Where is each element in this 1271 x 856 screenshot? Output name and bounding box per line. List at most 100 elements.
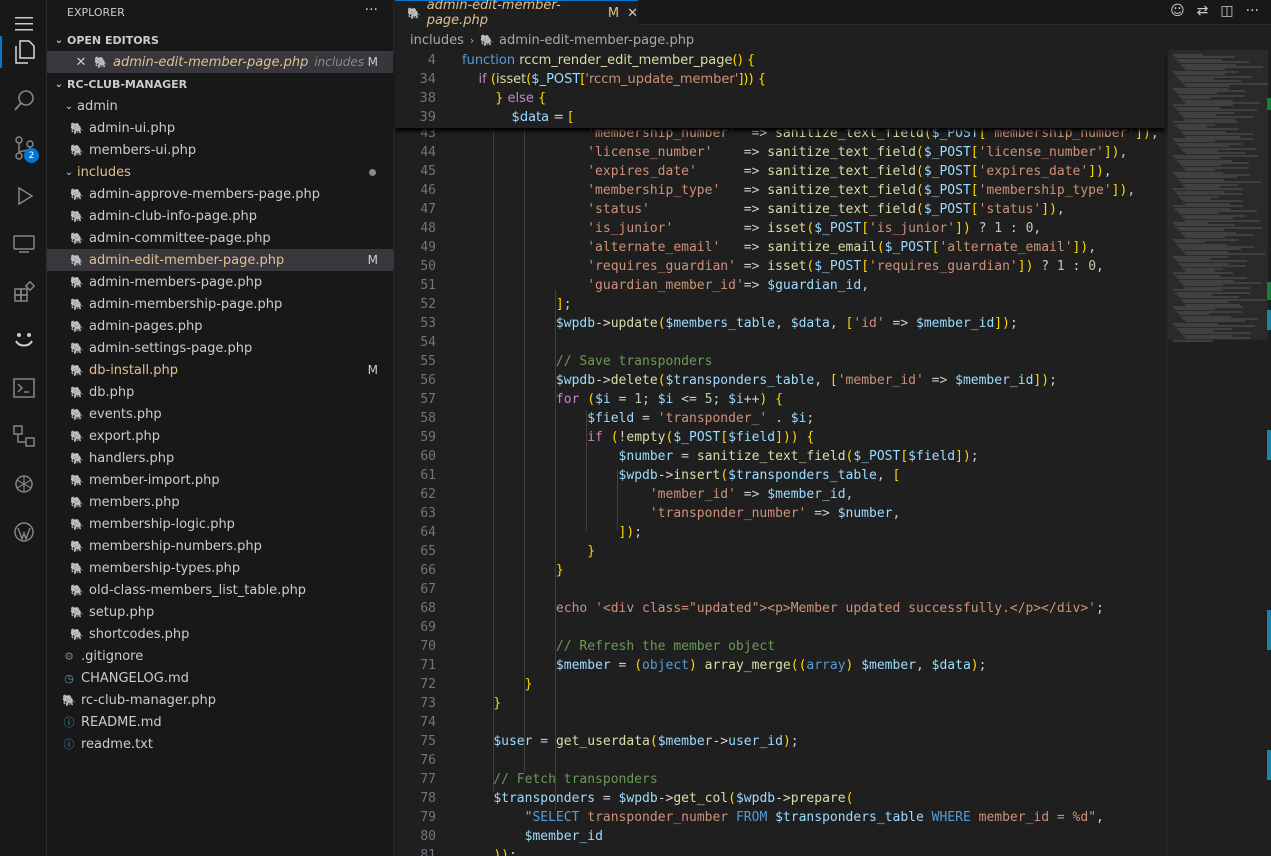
file-item[interactable]: 🐘 admin-club-info-page.php <box>47 205 394 227</box>
file-item[interactable]: 🐘 members.php <box>47 491 394 513</box>
more-actions-icon[interactable]: ··· <box>365 2 378 18</box>
file-item[interactable]: 🐘 admin-pages.php <box>47 315 394 337</box>
code-line[interactable]: 49 'alternate_email' => sanitize_email($… <box>395 238 1165 257</box>
terminal-icon[interactable] <box>0 364 47 412</box>
code-line[interactable]: 39 $data = [ <box>395 108 1165 127</box>
wordpress-icon[interactable] <box>0 508 47 556</box>
file-item[interactable]: 🐘 old-class-members_list_table.php <box>47 579 394 601</box>
code-line[interactable]: 69 <box>395 618 1165 637</box>
file-name: db-install.php <box>89 362 178 378</box>
code-line[interactable]: 58 $field = 'transponder_' . $i; <box>395 409 1165 428</box>
file-item[interactable]: 🐘 admin-edit-member-page.php M <box>47 249 394 271</box>
file-item[interactable]: ◷ CHANGELOG.md <box>47 667 394 689</box>
file-item[interactable]: 🐘 member-import.php <box>47 469 394 491</box>
file-item[interactable]: 🐘 membership-types.php <box>47 557 394 579</box>
code-line[interactable]: 34 if (isset($_POST['rccm_update_member'… <box>395 70 1165 89</box>
code-line[interactable]: 78 $transponders = $wpdb->get_col($wpdb-… <box>395 789 1165 808</box>
open-editor-item[interactable]: ✕ 🐘 admin-edit-member-page.php includes … <box>47 51 394 73</box>
file-item[interactable]: 🐘 db.php <box>47 381 394 403</box>
file-item[interactable]: 🐘 admin-members-page.php <box>47 271 394 293</box>
code-line[interactable]: 44 'license_number' => sanitize_text_fie… <box>395 143 1165 162</box>
folder-admin[interactable]: ⌄ admin <box>47 95 394 117</box>
close-icon[interactable]: ✕ <box>627 6 638 21</box>
code-line[interactable]: 62 'member_id' => $member_id, <box>395 485 1165 504</box>
extensions-icon[interactable] <box>0 268 47 316</box>
code-line[interactable]: 52 ]; <box>395 295 1165 314</box>
code-line[interactable]: 79 "SELECT transponder_number FROM $tran… <box>395 808 1165 827</box>
more-actions-icon[interactable]: ··· <box>1246 3 1259 19</box>
code-line[interactable]: 57 for ($i = 1; $i <= 5; $i++) { <box>395 390 1165 409</box>
file-item[interactable]: 🐘 rc-club-manager.php <box>47 689 394 711</box>
close-icon[interactable]: ✕ <box>73 55 89 70</box>
code-line[interactable]: 54 <box>395 333 1165 352</box>
sticky-scroll[interactable]: 4 function rccm_render_edit_member_page()… <box>395 50 1165 128</box>
open-editors-section[interactable]: ⌄ OPEN EDITORS <box>47 29 394 51</box>
code-line[interactable]: 70 // Refresh the member object <box>395 637 1165 656</box>
code-line[interactable]: 68 echo '<div class="updated"><p>Member … <box>395 599 1165 618</box>
file-item[interactable]: 🐘 admin-settings-page.php <box>47 337 394 359</box>
code-line[interactable]: 71 $member = (object) array_merge((array… <box>395 656 1165 675</box>
file-item[interactable]: ⓘ README.md <box>47 711 394 733</box>
file-item[interactable]: 🐘 handlers.php <box>47 447 394 469</box>
code-line[interactable]: 75 $user = get_userdata($member->user_id… <box>395 732 1165 751</box>
file-item[interactable]: 🐘 admin-committee-page.php <box>47 227 394 249</box>
code-line[interactable]: 72 } <box>395 675 1165 694</box>
file-item[interactable]: 🐘 admin-membership-page.php <box>47 293 394 315</box>
code-line[interactable]: 56 $wpdb->delete($transponders_table, ['… <box>395 371 1165 390</box>
openai-icon[interactable] <box>0 460 47 508</box>
code-line[interactable]: 76 <box>395 751 1165 770</box>
file-item[interactable]: 🐘 shortcodes.php <box>47 623 394 645</box>
code-line[interactable]: 80 $member_id <box>395 827 1165 846</box>
remote-explorer-icon[interactable] <box>0 220 47 268</box>
explorer-icon[interactable] <box>0 28 47 76</box>
code-line[interactable]: 81 )); <box>395 846 1165 856</box>
code-line[interactable]: 61 $wpdb->insert($transponders_table, [ <box>395 466 1165 485</box>
split-editor-icon[interactable]: ◫ <box>1220 3 1233 19</box>
breadcrumb-folder[interactable]: includes <box>410 33 464 48</box>
search-icon[interactable] <box>0 76 47 124</box>
code-line[interactable]: 51 'guardian_member_id'=> $guardian_id, <box>395 276 1165 295</box>
code-line[interactable]: 77 // Fetch transponders <box>395 770 1165 789</box>
code-line[interactable]: 4 function rccm_render_edit_member_page()… <box>395 51 1165 70</box>
smiley-icon[interactable]: ☺ <box>1170 3 1185 19</box>
code-line[interactable]: 67 <box>395 580 1165 599</box>
file-item[interactable]: 🐘 admin-approve-members-page.php <box>47 183 394 205</box>
code-line[interactable]: 50 'requires_guardian' => isset($_POST['… <box>395 257 1165 276</box>
file-item[interactable]: 🐘 membership-numbers.php <box>47 535 394 557</box>
code-line[interactable]: 47 'status' => sanitize_text_field($_POS… <box>395 200 1165 219</box>
run-debug-icon[interactable] <box>0 172 47 220</box>
code-line[interactable]: 66 } <box>395 561 1165 580</box>
file-item[interactable]: ⓘ readme.txt <box>47 733 394 755</box>
code-line[interactable]: 55 // Save transponders <box>395 352 1165 371</box>
folder-includes[interactable]: ⌄ includes <box>47 161 394 183</box>
project-section[interactable]: ⌄ RC-CLUB-MANAGER <box>47 73 394 95</box>
file-item[interactable]: 🐘 db-install.php M <box>47 359 394 381</box>
code-line[interactable]: 73 } <box>395 694 1165 713</box>
minimap[interactable] <box>1166 50 1271 856</box>
compare-changes-icon[interactable]: ⇄ <box>1197 3 1209 19</box>
code-line[interactable]: 64 ]); <box>395 523 1165 542</box>
code-line[interactable]: 46 'membership_type' => sanitize_text_fi… <box>395 181 1165 200</box>
code-line[interactable]: 48 'is_junior' => isset($_POST['is_junio… <box>395 219 1165 238</box>
tab-admin-edit-member-page[interactable]: 🐘 admin-edit-member-page.php M ✕ <box>395 0 638 28</box>
smiley-icon[interactable] <box>0 316 47 364</box>
code-line[interactable]: 38 } else { <box>395 89 1165 108</box>
file-item[interactable]: 🐘 setup.php <box>47 601 394 623</box>
code-line[interactable]: 45 'expires_date' => sanitize_text_field… <box>395 162 1165 181</box>
file-item[interactable]: ⚙ .gitignore <box>47 645 394 667</box>
code-line[interactable]: 53 $wpdb->update($members_table, $data, … <box>395 314 1165 333</box>
code-line[interactable]: 74 <box>395 713 1165 732</box>
file-item[interactable]: 🐘 export.php <box>47 425 394 447</box>
code-line[interactable]: 63 'transponder_number' => $number, <box>395 504 1165 523</box>
code-editor[interactable]: 43 'membership_number' => sanitize_text_… <box>395 50 1165 856</box>
file-item[interactable]: 🐘 events.php <box>47 403 394 425</box>
code-line[interactable]: 59 if (!empty($_POST[$field])) { <box>395 428 1165 447</box>
breadcrumb-file[interactable]: admin-edit-member-page.php <box>499 33 694 48</box>
code-line[interactable]: 60 $number = sanitize_text_field($_POST[… <box>395 447 1165 466</box>
file-item[interactable]: 🐘 membership-logic.php <box>47 513 394 535</box>
diagram-icon[interactable] <box>0 412 47 460</box>
file-item[interactable]: 🐘 admin-ui.php <box>47 117 394 139</box>
source-control-icon[interactable]: 2 <box>0 124 47 172</box>
file-item[interactable]: 🐘 members-ui.php <box>47 139 394 161</box>
code-line[interactable]: 65 } <box>395 542 1165 561</box>
